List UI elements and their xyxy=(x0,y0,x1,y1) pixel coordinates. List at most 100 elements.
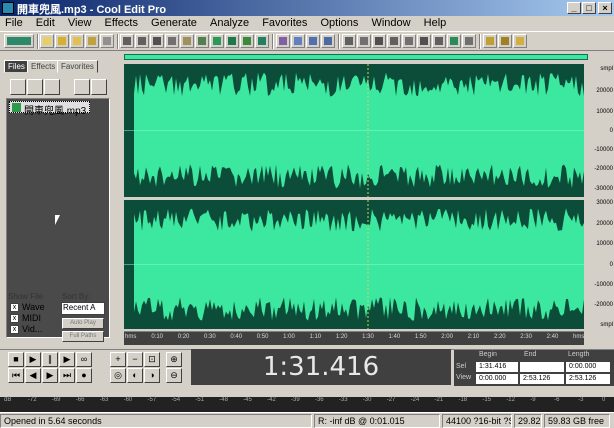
copy-icon[interactable] xyxy=(165,34,179,48)
timeline-tick: 2:30 xyxy=(520,334,532,340)
open-file-icon[interactable] xyxy=(55,34,69,48)
show-midi-checkbox[interactable]: x xyxy=(10,314,19,323)
scripts-icon[interactable] xyxy=(498,34,512,48)
close-button[interactable]: × xyxy=(598,2,612,14)
frequency-analysis-icon[interactable] xyxy=(417,34,431,48)
menu-analyze[interactable]: Analyze xyxy=(205,16,254,29)
loop-icon[interactable] xyxy=(255,34,269,48)
mix-paste-icon[interactable] xyxy=(195,34,209,48)
zoom-out-vertical-icon[interactable]: ⊖ xyxy=(166,368,182,383)
playlist-icon[interactable] xyxy=(387,34,401,48)
menu-favorites[interactable]: Favorites xyxy=(257,16,312,29)
go-to-end-button[interactable]: ⏭ xyxy=(59,368,75,383)
tab-effects[interactable]: Effects xyxy=(27,60,60,73)
view-end-field[interactable]: 2:53.126 xyxy=(520,374,564,384)
show-video-checkbox[interactable]: x xyxy=(10,325,19,334)
zoom-right-edge-icon[interactable]: ◑ xyxy=(144,368,160,383)
rewind-button[interactable]: ◀ xyxy=(25,368,41,383)
view-length-field[interactable]: 2:53.126 xyxy=(566,374,610,384)
end-header: End xyxy=(524,351,537,358)
paste-icon[interactable] xyxy=(180,34,194,48)
undo-icon[interactable] xyxy=(120,34,134,48)
stop-button[interactable]: ■ xyxy=(8,352,24,367)
loop-button[interactable]: ∞ xyxy=(76,352,92,367)
minimize-button[interactable]: _ xyxy=(567,2,581,14)
timeline-tick: 1:50 xyxy=(414,334,427,340)
cd-project-icon[interactable] xyxy=(357,34,371,48)
settings-icon[interactable] xyxy=(462,34,476,48)
tab-favorites[interactable]: Favorites xyxy=(57,60,98,73)
menu-generate[interactable]: Generate xyxy=(146,16,202,29)
scale-label: -30000 xyxy=(594,186,613,192)
zoom-out-horizontal-icon[interactable]: − xyxy=(127,352,143,367)
maximize-button[interactable]: □ xyxy=(582,2,596,14)
waveform-left-channel[interactable] xyxy=(124,64,584,197)
list-item[interactable]: 開車兜風.mp3 xyxy=(9,101,91,117)
cue-list-icon[interactable] xyxy=(372,34,386,48)
timeline-ruler[interactable]: hms 0:10 0:20 0:30 0:40 0:50 1:00 1:10 1:20 1:30 1… xyxy=(124,331,584,345)
statistics-icon[interactable] xyxy=(432,34,446,48)
cut-icon[interactable] xyxy=(150,34,164,48)
new-file-icon[interactable] xyxy=(40,34,54,48)
zoom-in-vertical-icon[interactable]: ⊕ xyxy=(166,352,182,367)
app-icon[interactable] xyxy=(2,2,14,14)
waveform-view-icon[interactable] xyxy=(225,34,239,48)
zoom-selection-icon[interactable]: ◎ xyxy=(110,368,126,383)
waveform-right-channel[interactable] xyxy=(124,200,584,329)
marquee-icon[interactable] xyxy=(291,34,305,48)
play-button[interactable]: ▶ xyxy=(25,352,41,367)
mixer-icon[interactable] xyxy=(447,34,461,48)
spectral-view-icon[interactable] xyxy=(240,34,254,48)
menu-effects[interactable]: Effects xyxy=(100,16,143,29)
play-to-end-button[interactable]: ▶ xyxy=(59,352,75,367)
record-button[interactable]: ● xyxy=(76,368,92,383)
menu-help[interactable]: Help xyxy=(419,16,452,29)
menu-options[interactable]: Options xyxy=(316,16,364,29)
scale-label: 0 xyxy=(609,262,613,268)
help-icon[interactable] xyxy=(513,34,527,48)
scale-label: 0 xyxy=(609,128,613,134)
fast-forward-button[interactable]: ▶ xyxy=(42,368,58,383)
show-wave-checkbox[interactable]: x xyxy=(10,303,19,312)
trim-icon[interactable] xyxy=(210,34,224,48)
edit-file-icon[interactable] xyxy=(74,79,90,95)
help-icon[interactable] xyxy=(91,79,107,95)
mode-toggle-button[interactable] xyxy=(4,34,34,48)
info-icon[interactable] xyxy=(402,34,416,48)
batch-icon[interactable] xyxy=(100,34,114,48)
timeline-tick: 1:40 xyxy=(388,334,401,340)
view-label: View xyxy=(456,374,472,381)
sel-length-field[interactable]: 0:00.000 xyxy=(566,362,610,372)
close-file-icon[interactable] xyxy=(85,34,99,48)
import-icon[interactable] xyxy=(27,79,43,95)
sort-by-select[interactable]: Recent A xyxy=(61,302,105,315)
full-paths-button[interactable]: Full Paths xyxy=(62,331,104,342)
auto-play-button[interactable]: Auto Play xyxy=(62,318,104,329)
menu-file[interactable]: File xyxy=(0,16,28,29)
toolbar xyxy=(0,31,614,51)
zoom-left-edge-icon[interactable]: ◐ xyxy=(127,368,143,383)
multitrack-icon[interactable] xyxy=(342,34,356,48)
menu-edit[interactable]: Edit xyxy=(31,16,60,29)
tab-files[interactable]: Files xyxy=(4,60,29,73)
timeline-tick: hms xyxy=(125,334,137,340)
zoom-full-icon[interactable]: ⊡ xyxy=(144,352,160,367)
close-icon[interactable] xyxy=(44,79,60,95)
lasso-icon[interactable] xyxy=(306,34,320,48)
pause-button[interactable]: ∥ xyxy=(42,352,58,367)
open-folder-icon[interactable] xyxy=(10,79,26,95)
scale-label: 10000 xyxy=(596,109,613,115)
go-to-start-button[interactable]: ⏮ xyxy=(8,368,24,383)
time-select-icon[interactable] xyxy=(276,34,290,48)
favorites-icon[interactable] xyxy=(483,34,497,48)
sel-end-field[interactable] xyxy=(520,362,564,372)
save-file-icon[interactable] xyxy=(70,34,84,48)
redo-icon[interactable] xyxy=(135,34,149,48)
sel-begin-field[interactable]: 1:31.416 xyxy=(476,362,518,372)
menu-window[interactable]: Window xyxy=(366,16,415,29)
overview-bar[interactable] xyxy=(124,54,588,60)
menu-view[interactable]: View xyxy=(63,16,97,29)
zoom-in-horizontal-icon[interactable]: + xyxy=(110,352,126,367)
view-begin-field[interactable]: 0:00.000 xyxy=(476,374,518,384)
effects-paintbrush-icon[interactable] xyxy=(321,34,335,48)
